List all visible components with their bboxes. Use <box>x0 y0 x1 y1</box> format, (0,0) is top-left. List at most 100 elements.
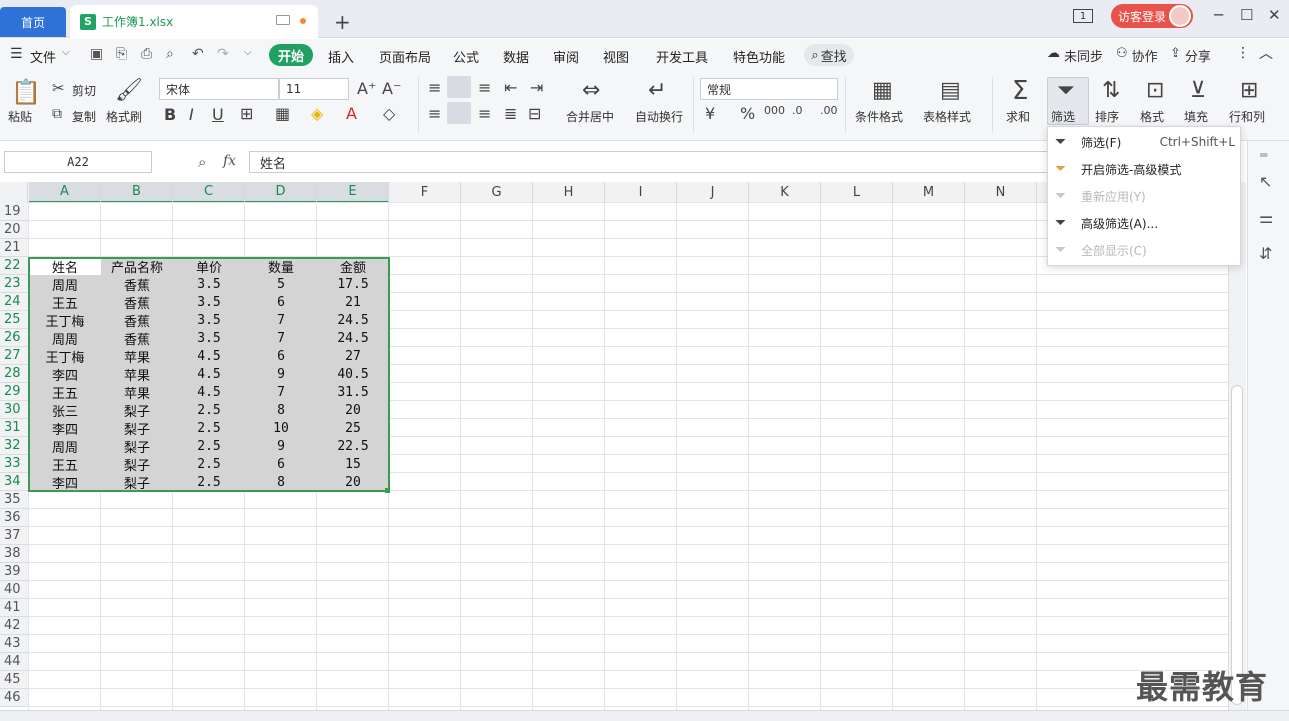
row-header-28[interactable]: 28 <box>0 365 28 383</box>
share-button[interactable]: ⇪ 分享 <box>1170 46 1211 65</box>
decrease-font-icon[interactable]: A⁻ <box>382 79 401 98</box>
underline-icon[interactable]: U <box>212 105 224 124</box>
paste-icon[interactable]: 📋 <box>11 78 41 106</box>
row-header-45[interactable]: 45 <box>0 671 28 689</box>
column-header-j[interactable]: J <box>677 182 749 203</box>
save-icon[interactable]: ▣ <box>90 46 103 62</box>
monitor-icon[interactable] <box>276 15 290 25</box>
row-header-32[interactable]: 32 <box>0 437 28 455</box>
row-header-23[interactable]: 23 <box>0 275 28 293</box>
row-header-22[interactable]: 22 <box>0 257 28 275</box>
hamburger-icon[interactable]: ☰ <box>10 46 23 62</box>
increase-font-icon[interactable]: A⁺ <box>357 79 376 98</box>
decrease-decimal-icon[interactable]: .00 <box>820 104 838 117</box>
menu-special[interactable]: 特色功能 <box>733 47 785 66</box>
font-color-icon[interactable]: A <box>346 104 357 123</box>
increase-decimal-icon[interactable]: .0 <box>792 104 803 117</box>
more-icon[interactable]: ⋮ <box>1236 45 1250 61</box>
align-middle-icon[interactable] <box>447 76 471 98</box>
row-col-button[interactable]: 行和列 <box>1229 108 1265 125</box>
row-header-30[interactable]: 30 <box>0 401 28 419</box>
row-header-36[interactable]: 36 <box>0 509 28 527</box>
search-button[interactable]: ⌕ 查找 <box>804 44 854 66</box>
column-header-k[interactable]: K <box>749 182 821 203</box>
panel-tool-icon[interactable]: ⇵ <box>1259 244 1272 263</box>
row-header-41[interactable]: 41 <box>0 599 28 617</box>
align-bottom-icon[interactable]: ≡ <box>478 78 491 97</box>
name-box[interactable]: A22 <box>4 151 152 173</box>
tab-home[interactable]: 首页 <box>0 7 66 37</box>
row-header-37[interactable]: 37 <box>0 527 28 545</box>
paste-button[interactable]: 粘贴 <box>8 108 32 125</box>
window-count-badge[interactable]: 1 <box>1073 9 1093 23</box>
number-format-select[interactable]: 常规 <box>700 78 838 100</box>
sync-status[interactable]: ☁ 未同步 <box>1047 46 1103 65</box>
menu-formula[interactable]: 公式 <box>453 47 479 66</box>
cell-style-icon[interactable]: ▦ <box>275 104 290 123</box>
zoom-icon[interactable]: ⌕ <box>198 153 206 171</box>
format-painter-icon[interactable]: 🖌 <box>115 78 143 103</box>
close-icon[interactable]: ✕ <box>1268 6 1281 24</box>
sum-icon[interactable]: Σ <box>1012 76 1028 106</box>
select-all-corner[interactable] <box>0 182 28 203</box>
menu-file[interactable]: 文件 <box>30 47 56 66</box>
column-header-n[interactable]: N <box>965 182 1037 203</box>
menu-page-layout[interactable]: 页面布局 <box>379 47 431 66</box>
row-header-26[interactable]: 26 <box>0 329 28 347</box>
cut-button[interactable]: 剪切 <box>72 82 96 99</box>
row-header-34[interactable]: 34 <box>0 473 28 491</box>
column-header-c[interactable]: C <box>173 182 245 203</box>
column-header-i[interactable]: I <box>605 182 677 203</box>
column-header-e[interactable]: E <box>317 182 389 203</box>
settings-sliders-icon[interactable]: ⚌ <box>1259 208 1273 227</box>
menu-review[interactable]: 审阅 <box>553 47 579 66</box>
fill-button[interactable]: 填充 <box>1184 108 1208 125</box>
copy-icon[interactable]: ⧉ <box>52 106 62 122</box>
column-header-m[interactable]: M <box>893 182 965 203</box>
cursor-icon[interactable]: ↖ <box>1259 172 1272 191</box>
row-header-19[interactable]: 19 <box>0 203 28 221</box>
align-top-icon[interactable]: ≡ <box>428 78 441 97</box>
bold-icon[interactable]: B <box>164 105 176 124</box>
panel-handle-icon[interactable]: ═ <box>1260 148 1267 162</box>
border-icon[interactable]: ⊞ <box>240 104 253 123</box>
row-header-38[interactable]: 38 <box>0 545 28 563</box>
currency-icon[interactable]: ¥ <box>705 104 715 123</box>
table-style-button[interactable]: 表格样式 <box>923 108 971 125</box>
column-header-a[interactable]: A <box>29 182 101 203</box>
scissors-icon[interactable]: ✂ <box>52 79 65 97</box>
row-header-33[interactable]: 33 <box>0 455 28 473</box>
row-header-44[interactable]: 44 <box>0 653 28 671</box>
menu-insert[interactable]: 插入 <box>328 47 354 66</box>
table-style-icon[interactable]: ▤ <box>940 78 961 103</box>
export-icon[interactable]: ⎘ <box>116 46 127 62</box>
font-name-select[interactable]: 宋体 <box>159 78 279 100</box>
fill-handle[interactable] <box>385 488 390 493</box>
justify-icon[interactable]: ≣ <box>504 104 517 123</box>
chevron-down-icon[interactable]: ⌵ <box>62 47 70 58</box>
row-header-20[interactable]: 20 <box>0 221 28 239</box>
row-header-24[interactable]: 24 <box>0 293 28 311</box>
minimize-icon[interactable]: ─ <box>1214 6 1223 24</box>
maximize-icon[interactable]: ☐ <box>1240 6 1253 24</box>
sum-button[interactable]: 求和 <box>1006 108 1030 125</box>
formula-input[interactable]: 姓名 <box>249 151 1049 173</box>
row-header-25[interactable]: 25 <box>0 311 28 329</box>
fill-icon[interactable]: ⊻ <box>1190 78 1206 103</box>
menu-start[interactable]: 开始 <box>269 44 313 66</box>
font-size-select[interactable]: 11 <box>279 78 349 100</box>
row-header-39[interactable]: 39 <box>0 563 28 581</box>
thousands-icon[interactable]: 000 <box>764 104 785 117</box>
row-col-icon[interactable]: ⊞ <box>1240 78 1258 103</box>
merge-center-button[interactable]: 合并居中 <box>566 108 614 125</box>
menu-view[interactable]: 视图 <box>603 47 629 66</box>
row-header-31[interactable]: 31 <box>0 419 28 437</box>
undo-icon[interactable]: ↶ <box>192 46 204 62</box>
column-header-b[interactable]: B <box>101 182 173 203</box>
menu-data[interactable]: 数据 <box>503 47 529 66</box>
menu-item-filter[interactable]: ⏷ 筛选(F) Ctrl+Shift+L <box>1055 131 1235 153</box>
avatar[interactable] <box>1169 5 1191 27</box>
sort-icon[interactable]: ⇅ <box>1102 78 1120 103</box>
collapse-ribbon-icon[interactable]: ︿ <box>1259 43 1273 63</box>
function-icon[interactable]: fx <box>223 153 236 169</box>
